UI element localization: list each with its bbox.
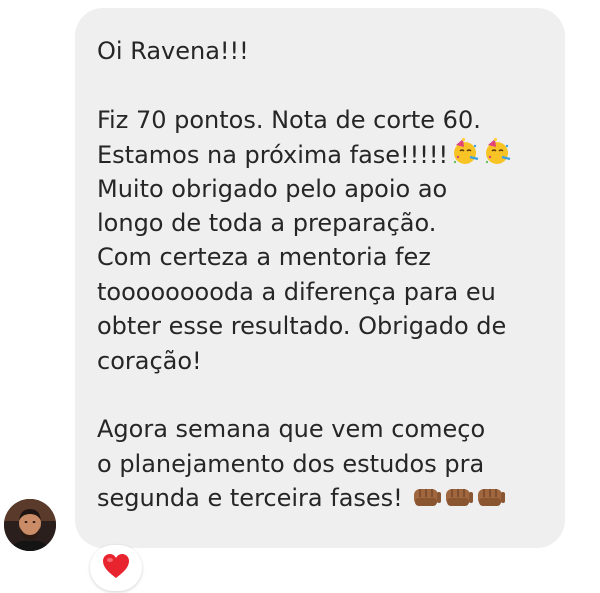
sender-avatar[interactable] [4,499,56,551]
message-line-text: segunda e terceira fases! [97,484,403,513]
partying-face-icon [450,137,480,176]
message-line: coração! [97,346,202,375]
chat-thread: Oi Ravena!!! Fiz 70 pontos. Nota de cort… [0,0,600,593]
fist-bump-icon [476,484,506,519]
message-line-text: Estamos na próxima fase!!!!! [97,141,449,170]
message-line: o planejamento dos estudos pra [97,449,485,478]
message-line: tooooooooda a diferença para eu [97,277,496,306]
partying-face-icon [482,137,512,176]
message-line: Com certeza a mentoria fez [97,243,431,272]
message-line: Fiz 70 pontos. Nota de corte 60. [97,105,481,134]
red-heart-icon [101,552,131,585]
fist-bump-icon [412,484,442,519]
message-line-with-emoji: Estamos na próxima fase!!!!! [97,137,547,171]
message-line: obter esse resultado. Obrigado de [97,312,507,341]
message-line: Agora semana que vem começo [97,415,486,444]
reaction-badge[interactable] [90,545,142,591]
message-line: Oi Ravena!!! [97,37,249,65]
message-line: longo de toda a preparação. [97,208,437,237]
message-bubble[interactable]: Oi Ravena!!! Fiz 70 pontos. Nota de cort… [75,8,565,548]
message-line-with-emoji: segunda e terceira fases! [97,481,547,515]
message-line: Muito obrigado pelo apoio ao [97,174,448,203]
fist-bump-icon [444,484,474,519]
